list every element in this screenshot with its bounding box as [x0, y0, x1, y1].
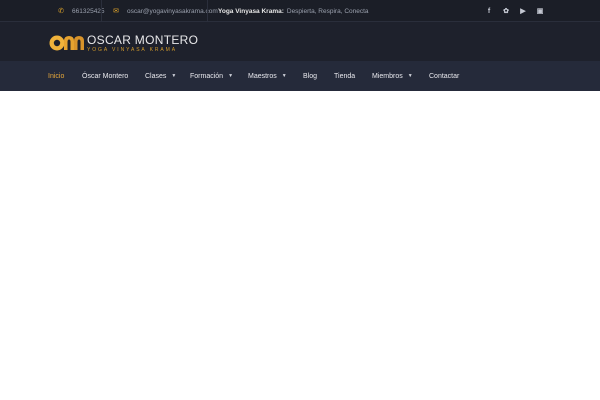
nav-item-clases[interactable]: Clases ▼: [145, 61, 176, 91]
envelope-icon: ✉: [113, 8, 119, 15]
nav-item-label: Formación: [190, 72, 224, 80]
youtube-icon[interactable]: ▶: [519, 7, 527, 15]
nav-item-formacion[interactable]: Formación ▼: [190, 61, 233, 91]
nav-item-blog[interactable]: Blog: [303, 61, 317, 91]
email-address: oscar@yogavinyasakrama.com: [127, 7, 218, 15]
nav-item-label: Tienda: [334, 72, 356, 80]
social-links: f ✿ ▶ ▣: [485, 0, 544, 22]
divider: [101, 0, 102, 22]
top-bar: ✆ 661325425 ✉ oscar@yogavinyasakrama.com…: [0, 0, 600, 22]
brand-text: OSCAR MONTERO YOGA VINYASA KRAMA: [87, 34, 198, 53]
nav-item-label: Blog: [303, 72, 318, 80]
nav-item-tienda[interactable]: Tienda: [334, 61, 355, 91]
site-header: OSCAR MONTERO YOGA VINYASA KRAMA: [0, 22, 600, 61]
nav-item-inicio[interactable]: Inicio: [48, 61, 64, 91]
tagline: Yoga Vinyasa Krama: Despierta, Respira, …: [218, 0, 369, 22]
instagram-icon[interactable]: ▣: [536, 7, 544, 15]
email-contact[interactable]: ✉ oscar@yogavinyasakrama.com: [112, 0, 218, 22]
chevron-down-icon: ▼: [228, 73, 234, 79]
nav-item-label: Inicio: [48, 72, 65, 80]
chevron-down-icon: ▼: [407, 73, 413, 79]
nav-item-label: Contactar: [429, 72, 460, 80]
brand-subtitle: YOGA VINYASA KRAMA: [87, 46, 177, 53]
tagline-text: Despierta, Respira, Conecta: [286, 7, 369, 15]
nav-item-miembros[interactable]: Miembros ▼: [372, 61, 413, 91]
nav-item-oscar-montero[interactable]: Óscar Montero: [82, 61, 128, 91]
nav-item-label: Clases: [145, 72, 167, 80]
phone-number: 661325425: [72, 7, 105, 15]
nav-item-label: Maestros: [248, 72, 277, 80]
chevron-down-icon: ▼: [281, 73, 287, 79]
tagline-label: Yoga Vinyasa Krama:: [218, 7, 284, 15]
phone-contact[interactable]: ✆ 661325425: [57, 0, 105, 22]
divider: [207, 0, 208, 22]
twitter-icon[interactable]: ✿: [502, 7, 510, 15]
phone-icon: ✆: [58, 8, 64, 15]
om-monogram-icon: [49, 35, 84, 51]
brand-name: OSCAR MONTERO: [87, 32, 199, 47]
nav-item-label: Miembros: [372, 72, 403, 80]
page-content: [0, 91, 600, 400]
nav-item-contactar[interactable]: Contactar: [429, 61, 459, 91]
main-nav: Inicio Óscar Montero Clases ▼ Formación …: [0, 61, 600, 91]
nav-item-label: Óscar Montero: [82, 72, 129, 80]
site-logo[interactable]: OSCAR MONTERO YOGA VINYASA KRAMA: [49, 33, 198, 53]
chevron-down-icon: ▼: [171, 73, 177, 79]
facebook-icon[interactable]: f: [485, 8, 493, 15]
nav-item-maestros[interactable]: Maestros ▼: [248, 61, 287, 91]
